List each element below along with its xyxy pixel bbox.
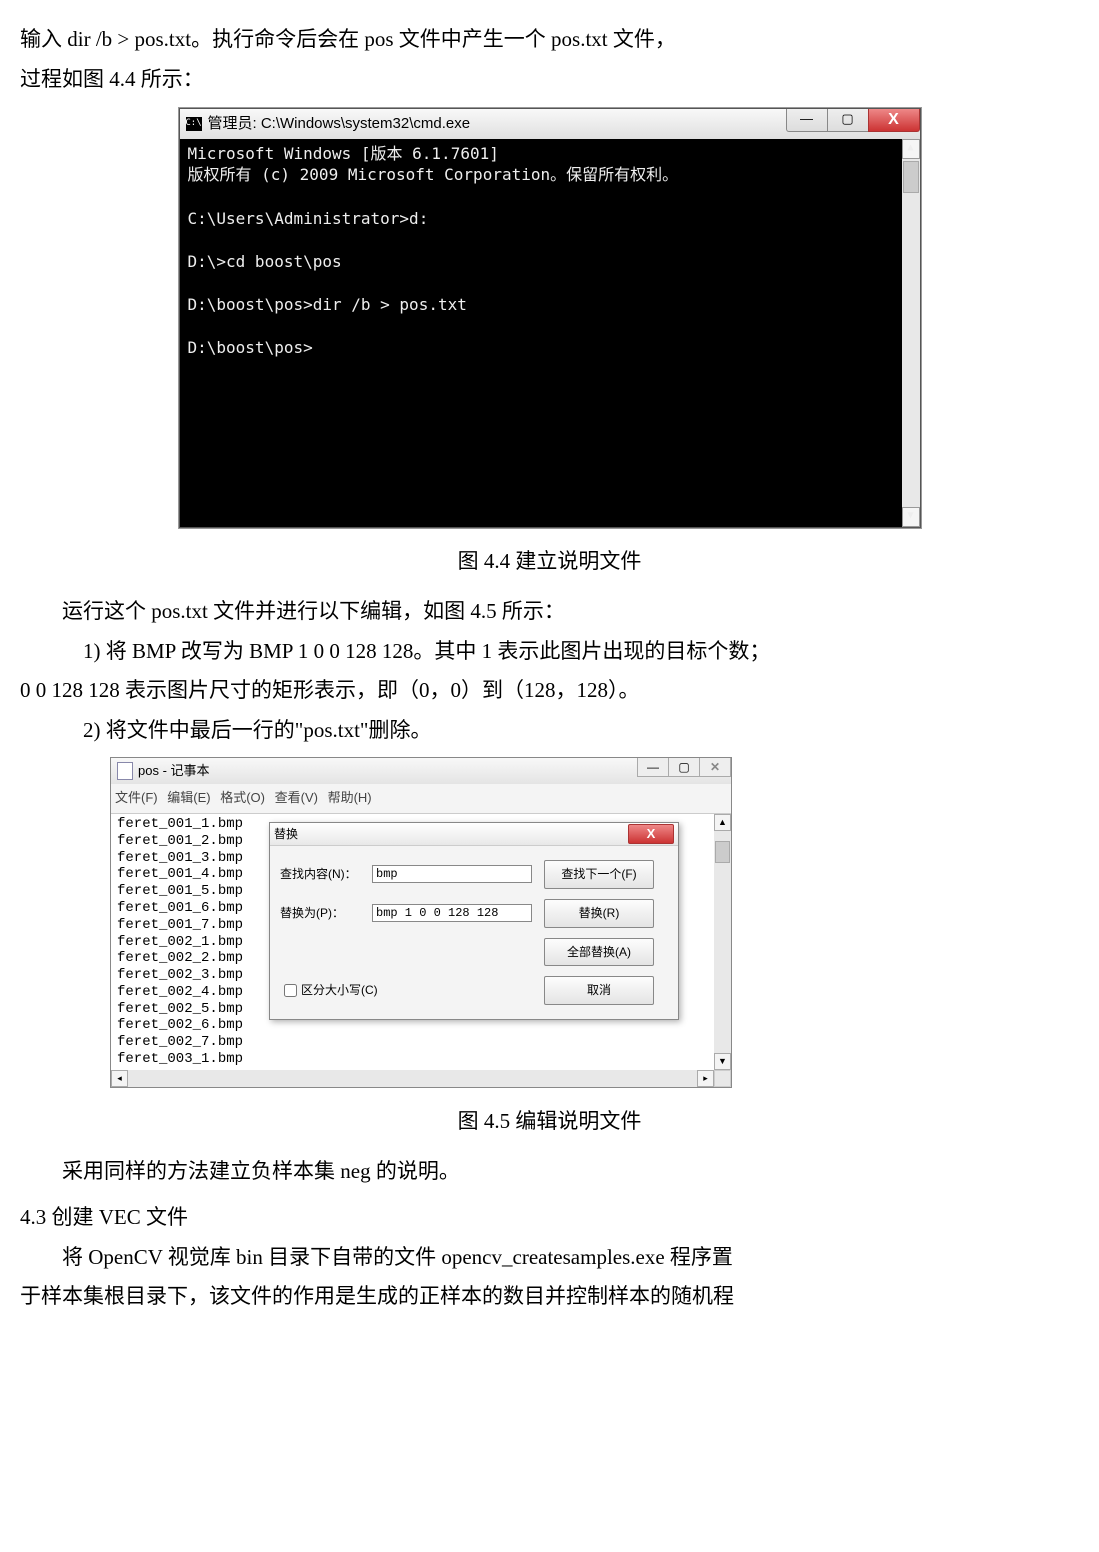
figure-4-4-caption: 图 4.4 建立说明文件: [20, 542, 1079, 582]
notepad-titlebar: pos - 记事本 — ▢ ✕: [111, 758, 731, 784]
scroll-down-icon[interactable]: ▼: [902, 507, 920, 527]
document-icon: [117, 762, 133, 780]
np-scroll-right-icon[interactable]: ▸: [697, 1070, 714, 1087]
np-scroll-thumb[interactable]: [715, 841, 730, 863]
cmd-titlebar: C:\ 管理员: C:\Windows\system32\cmd.exe — ▢…: [180, 109, 920, 139]
doc-line-3: 运行这个 pos.txt 文件并进行以下编辑，如图 4.5 所示：: [20, 592, 1079, 632]
cmd-scrollbar[interactable]: ▲ ▼: [902, 139, 920, 527]
menu-format[interactable]: 格式(O): [220, 790, 265, 805]
notepad-window: pos - 记事本 — ▢ ✕ 文件(F) 编辑(E) 格式(O) 查看(V) …: [110, 757, 732, 1088]
replace-label: 替换为(P)：: [280, 902, 360, 925]
doc-line-2: 过程如图 4.4 所示：: [20, 60, 1079, 100]
np-minimize-button[interactable]: —: [637, 758, 669, 777]
doc-line-1: 输入 dir /b > pos.txt。执行命令后会在 pos 文件中产生一个 …: [20, 20, 1079, 60]
scroll-thumb[interactable]: [903, 161, 919, 193]
replace-title-text: 替换: [274, 823, 298, 846]
notepad-title: pos - 记事本: [138, 759, 210, 784]
menu-edit[interactable]: 编辑(E): [167, 790, 210, 805]
find-input[interactable]: [372, 865, 532, 883]
doc-line-7: 采用同样的方法建立负样本集 neg 的说明。: [20, 1152, 1079, 1192]
minimize-button[interactable]: —: [786, 109, 828, 132]
doc-line-8: 将 OpenCV 视觉库 bin 目录下自带的文件 opencv_creates…: [20, 1238, 1079, 1278]
doc-line-5: 0 0 128 128 表示图片尺寸的矩形表示，即（0，0）到（128，128）…: [20, 671, 1079, 711]
cmd-icon: C:\: [186, 117, 202, 131]
cancel-button[interactable]: 取消: [544, 976, 654, 1005]
maximize-button[interactable]: ▢: [827, 109, 869, 132]
np-vscrollbar[interactable]: ▲ ▼: [714, 814, 731, 1070]
cmd-window: C:\ 管理员: C:\Windows\system32\cmd.exe — ▢…: [179, 108, 921, 528]
np-scroll-left-icon[interactable]: ◂: [111, 1070, 128, 1087]
close-button[interactable]: X: [868, 109, 920, 132]
np-close-button[interactable]: ✕: [699, 758, 731, 777]
find-next-button[interactable]: 查找下一个(F): [544, 860, 654, 889]
np-scroll-up-icon[interactable]: ▲: [714, 814, 731, 831]
doc-line-9: 于样本集根目录下，该文件的作用是生成的正样本的数目并控制样本的随机程: [20, 1277, 1079, 1317]
np-hscrollbar[interactable]: ◂ ▸: [111, 1070, 731, 1087]
replace-button[interactable]: 替换(R): [544, 899, 654, 928]
replace-close-button[interactable]: X: [628, 824, 674, 844]
notepad-body: feret_001_1.bmp feret_001_2.bmp feret_00…: [111, 814, 731, 1070]
doc-line-4: 1) 将 BMP 改写为 BMP 1 0 0 128 128。其中 1 表示此图…: [20, 632, 1079, 672]
cmd-title: 管理员: C:\Windows\system32\cmd.exe: [208, 110, 471, 139]
notepad-menubar: 文件(F) 编辑(E) 格式(O) 查看(V) 帮助(H): [111, 784, 731, 814]
replace-titlebar: 替换 X: [270, 823, 678, 846]
np-scroll-down-icon[interactable]: ▼: [714, 1053, 731, 1070]
scroll-up-icon[interactable]: ▲: [902, 139, 920, 159]
doc-line-6: 2) 将文件中最后一行的"pos.txt"删除。: [20, 711, 1079, 751]
menu-file[interactable]: 文件(F): [115, 790, 158, 805]
match-case-label: 区分大小写(C): [301, 979, 378, 1002]
replace-dialog: 替换 X 查找内容(N)： 查找下一个(F) 替换为(P)： 替换(R) 全部替…: [269, 822, 679, 1020]
np-maximize-button[interactable]: ▢: [668, 758, 700, 777]
np-scroll-corner: [714, 1070, 731, 1087]
cmd-body[interactable]: Microsoft Windows [版本 6.1.7601] 版权所有 (c)…: [180, 139, 920, 527]
match-case-checkbox[interactable]: [284, 984, 297, 997]
figure-4-5-caption: 图 4.5 编辑说明文件: [20, 1102, 1079, 1142]
replace-input[interactable]: [372, 904, 532, 922]
menu-view[interactable]: 查看(V): [275, 790, 318, 805]
cmd-content: Microsoft Windows [版本 6.1.7601] 版权所有 (c)…: [188, 144, 679, 357]
find-label: 查找内容(N)：: [280, 863, 360, 886]
section-4-3-heading: 4.3 创建 VEC 文件: [20, 1198, 1079, 1238]
menu-help[interactable]: 帮助(H): [328, 790, 372, 805]
replace-all-button[interactable]: 全部替换(A): [544, 938, 654, 967]
